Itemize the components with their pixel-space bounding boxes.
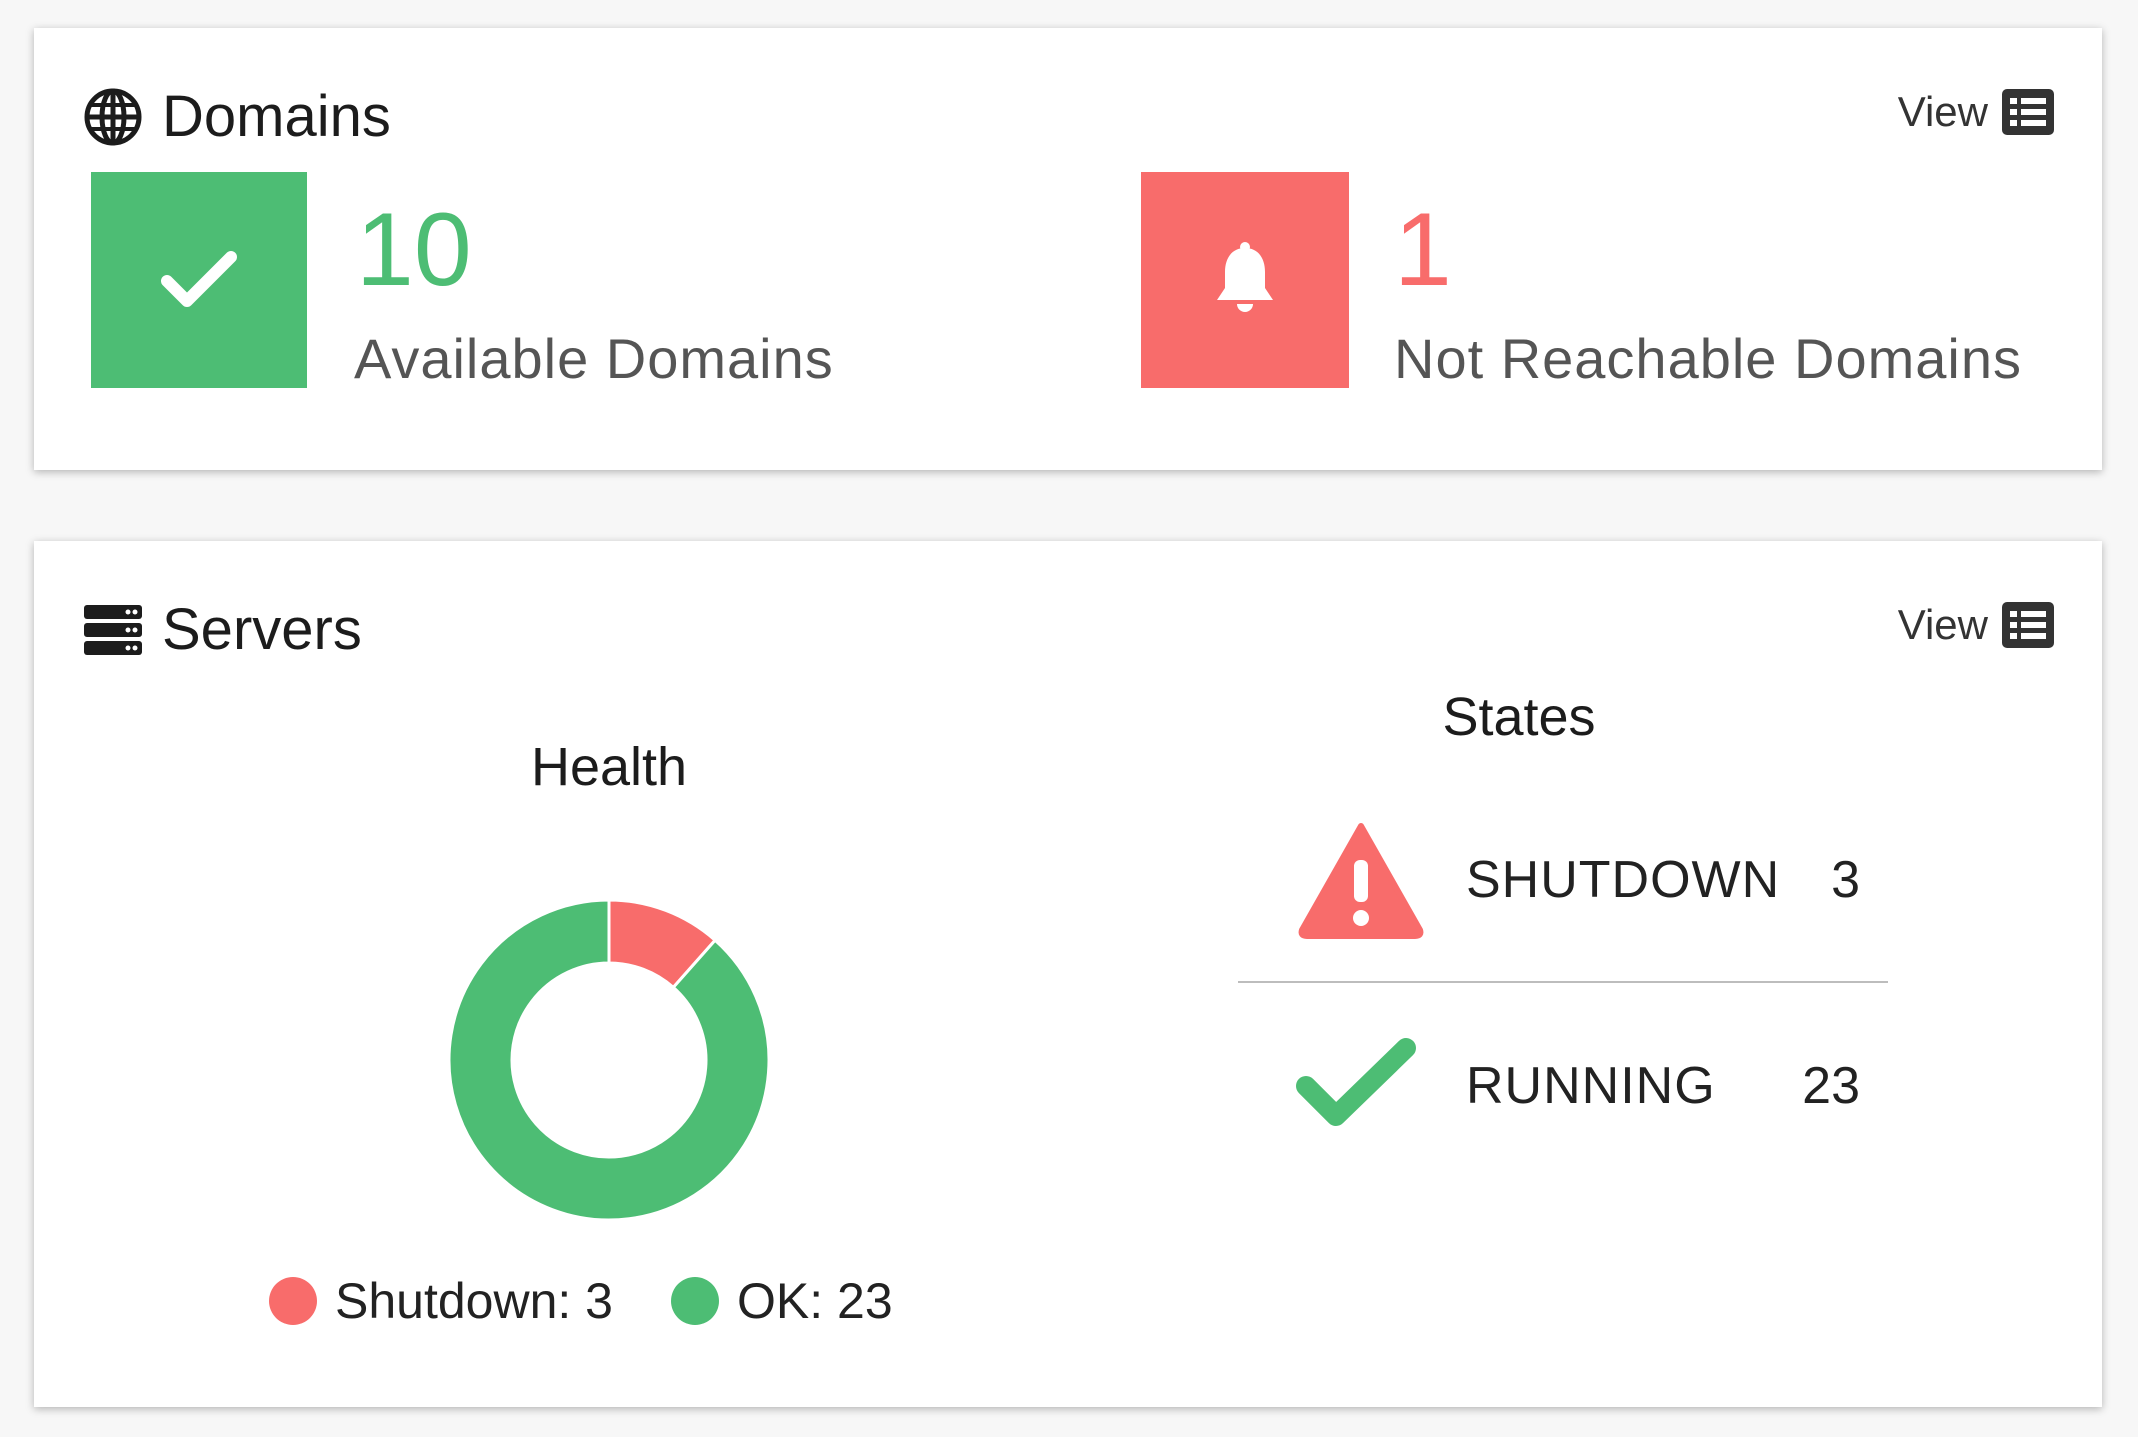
globe-icon xyxy=(84,88,142,145)
available-domains-count: 10 xyxy=(356,192,472,308)
health-legend: Shutdown: 3 OK: 23 xyxy=(269,1272,951,1330)
server-icon xyxy=(84,604,142,655)
donut-slice-ok[interactable] xyxy=(447,898,771,1222)
legend-label-shutdown: Shutdown: 3 xyxy=(335,1273,613,1329)
state-count-shutdown: 3 xyxy=(1831,851,1860,909)
states-divider xyxy=(1238,981,1888,983)
servers-title-text: Servers xyxy=(162,597,362,662)
legend-label-ok: OK: 23 xyxy=(736,1273,893,1329)
state-name-shutdown: SHUTDOWN xyxy=(1466,851,1781,909)
domains-title: Domains xyxy=(84,83,391,150)
domains-title-text: Domains xyxy=(162,84,391,149)
unreachable-domains-count: 1 xyxy=(1394,192,1452,308)
list-icon xyxy=(2002,89,2054,135)
servers-view-label: View xyxy=(1897,601,1988,648)
available-domains-label: Available Domains xyxy=(354,327,834,390)
legend-item-shutdown[interactable]: Shutdown: 3 xyxy=(269,1272,613,1330)
state-name-running: RUNNING xyxy=(1466,1057,1716,1115)
state-row-running: RUNNING 23 xyxy=(1238,1011,1888,1161)
state-row-shutdown: SHUTDOWN 3 xyxy=(1238,805,1888,955)
state-count-running: 23 xyxy=(1802,1057,1860,1115)
states-title: States xyxy=(1442,687,1596,747)
domains-card: Domains View 10 Available Domains 1 Not … xyxy=(34,28,2102,470)
bell-icon xyxy=(1217,242,1273,312)
checkmark-icon xyxy=(1296,1038,1416,1126)
health-donut-chart xyxy=(447,898,771,1222)
servers-title: Servers xyxy=(84,596,362,663)
legend-dot-ok xyxy=(670,1277,719,1325)
checkmark-icon xyxy=(161,251,237,307)
legend-item-ok[interactable]: OK: 23 xyxy=(670,1272,893,1330)
legend-dot-shutdown xyxy=(269,1277,317,1325)
health-chart-title: Health xyxy=(530,737,688,797)
unreachable-domains-box xyxy=(1141,172,1349,388)
domains-view-label: View xyxy=(1897,88,1988,135)
list-icon xyxy=(2002,602,2054,648)
warning-triangle-icon xyxy=(1298,823,1424,939)
domains-view-button[interactable]: View xyxy=(1898,88,2054,136)
servers-card: Servers View Health Shutdown: 3 OK: 23 S… xyxy=(34,541,2102,1407)
servers-view-button[interactable]: View xyxy=(1898,601,2054,649)
available-domains-box xyxy=(91,172,307,388)
unreachable-domains-label: Not Reachable Domains xyxy=(1394,327,2022,390)
